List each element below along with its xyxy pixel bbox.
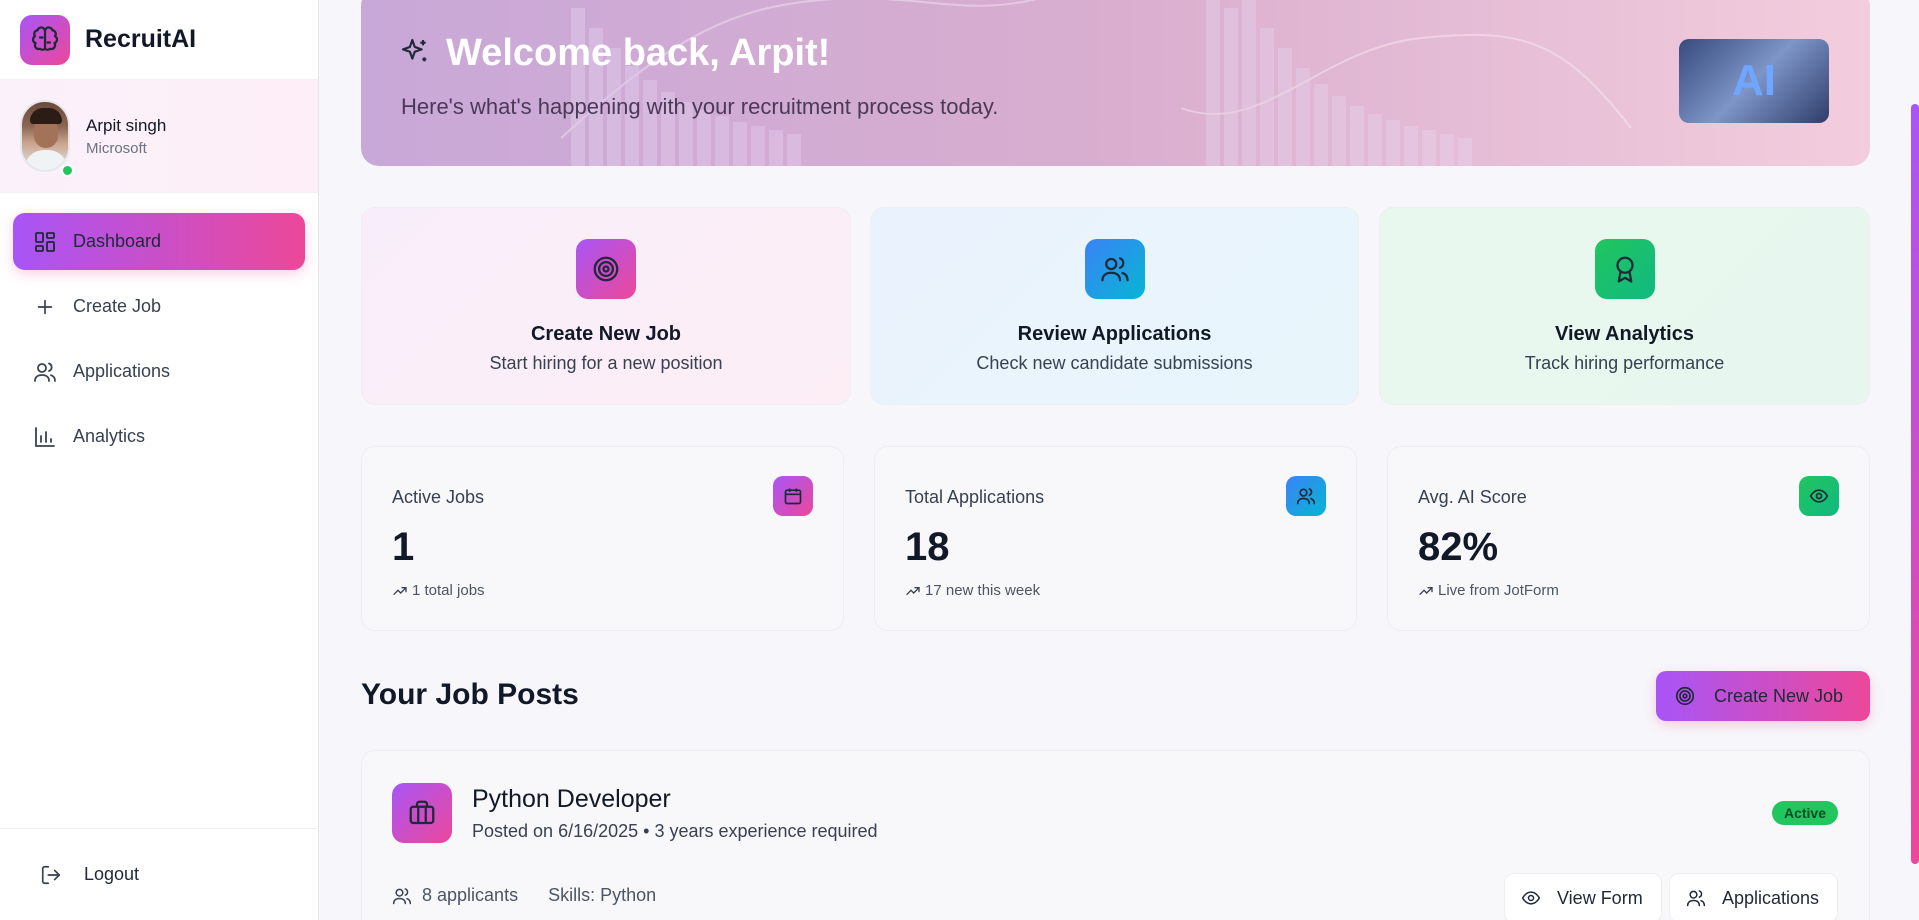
trending-up-icon	[906, 586, 920, 595]
dashboard-grid-icon	[33, 230, 57, 254]
welcome-banner: Welcome back, Arpit! Here's what's happe…	[361, 0, 1870, 166]
briefcase-icon	[392, 783, 452, 843]
users-icon	[33, 360, 57, 384]
section-title-job-posts: Your Job Posts	[361, 678, 579, 711]
quick-action-title: View Analytics	[1555, 323, 1694, 345]
plus-icon	[33, 295, 57, 319]
view-form-label: View Form	[1557, 887, 1643, 908]
stat-note-text: 1 total jobs	[412, 582, 485, 599]
job-title[interactable]: Python Developer	[472, 785, 671, 814]
calendar-icon	[773, 476, 813, 516]
brand[interactable]: RecruitAI	[0, 0, 318, 80]
quick-action-title: Review Applications	[1017, 323, 1212, 345]
user-profile[interactable]: Arpit singh Microsoft	[0, 80, 318, 193]
eye-icon	[1521, 891, 1541, 905]
quick-action-subtitle: Start hiring for a new position	[489, 353, 723, 373]
logout-button[interactable]: Logout	[0, 828, 319, 920]
stat-label: Total Applications	[905, 487, 1045, 507]
banner-background-graphic	[560, 0, 1632, 166]
create-new-job-label: Create New Job	[1714, 685, 1844, 706]
bar-chart-icon	[33, 425, 57, 449]
target-icon	[576, 239, 636, 299]
quick-action-view-analytics[interactable]: View Analytics Track hiring performance	[1379, 207, 1870, 405]
stat-label: Avg. AI Score	[1418, 487, 1527, 507]
stat-value: 1	[392, 525, 415, 569]
logout-icon	[40, 864, 62, 886]
trending-up-icon	[393, 586, 407, 595]
user-name: Arpit singh	[86, 115, 167, 135]
page-scrollbar[interactable]	[1911, 104, 1919, 864]
job-footer: 8 applicants Skills: Python	[392, 885, 656, 906]
stat-card-avg-ai-score: Avg. AI Score 82% Live from JotForm	[1387, 446, 1870, 631]
users-icon	[392, 887, 412, 904]
avatar	[20, 100, 70, 172]
logout-label: Logout	[84, 864, 140, 884]
sidebar-item-applications[interactable]: Applications	[13, 343, 305, 400]
job-meta: Posted on 6/16/2025 • 3 years experience…	[472, 821, 878, 841]
target-icon	[1674, 685, 1696, 707]
stat-note: 17 new this week	[905, 582, 1040, 599]
users-icon	[1084, 239, 1145, 299]
sidebar-item-label: Analytics	[73, 426, 146, 446]
users-icon	[1286, 476, 1326, 516]
sidebar-item-create-job[interactable]: Create Job	[13, 278, 305, 335]
quick-action-subtitle: Check new candidate submissions	[976, 353, 1253, 373]
sidebar-item-label: Dashboard	[73, 231, 162, 251]
applications-button[interactable]: Applications	[1669, 873, 1839, 920]
user-company: Microsoft	[86, 139, 147, 157]
job-card: Python Developer Posted on 6/16/2025 • 3…	[361, 750, 1870, 920]
stat-card-total-applications: Total Applications 18 17 new this week	[874, 446, 1357, 631]
create-new-job-button[interactable]: Create New Job	[1656, 671, 1870, 721]
sidebar-item-label: Create Job	[73, 296, 162, 316]
stat-note: 1 total jobs	[392, 582, 485, 599]
eye-icon	[1799, 476, 1839, 516]
applications-label: Applications	[1722, 887, 1820, 908]
view-form-button[interactable]: View Form	[1504, 873, 1662, 920]
brain-logo-icon	[20, 14, 70, 65]
stat-value: 18	[905, 525, 950, 569]
app-name: RecruitAI	[85, 25, 197, 53]
ai-illustration-text: AI	[1732, 56, 1776, 105]
sparkles-icon	[399, 36, 431, 73]
sidebar-item-label: Applications	[73, 361, 171, 381]
quick-action-subtitle: Track hiring performance	[1524, 353, 1725, 373]
award-icon	[1594, 239, 1655, 299]
sidebar: RecruitAI Arpit singh Microsoft Dashboar…	[0, 0, 319, 920]
status-badge: Active	[1771, 801, 1838, 825]
stat-note: Live from JotForm	[1418, 582, 1559, 599]
sidebar-item-dashboard[interactable]: Dashboard	[13, 213, 305, 270]
welcome-subtitle: Here's what's happening with your recrui…	[401, 94, 999, 119]
applicants-count: 8 applicants	[392, 885, 518, 906]
stat-label: Active Jobs	[392, 487, 485, 507]
trending-up-icon	[1419, 586, 1433, 595]
quick-action-create-job[interactable]: Create New Job Start hiring for a new po…	[361, 207, 851, 405]
job-skills: Skills: Python	[548, 885, 657, 905]
users-icon	[1686, 890, 1706, 907]
stat-note-text: 17 new this week	[925, 582, 1041, 599]
applicants-text: 8 applicants	[422, 885, 519, 905]
welcome-title: Welcome back, Arpit!	[446, 32, 831, 74]
stat-card-active-jobs: Active Jobs 1 1 total jobs	[361, 446, 844, 631]
stat-value: 82%	[1418, 525, 1499, 569]
quick-action-title: Create New Job	[530, 323, 682, 345]
online-status-dot	[61, 164, 74, 177]
quick-action-review-applications[interactable]: Review Applications Check new candidate …	[870, 207, 1359, 405]
ai-illustration: AI	[1679, 39, 1829, 123]
sidebar-item-analytics[interactable]: Analytics	[13, 408, 305, 465]
stat-note-text: Live from JotForm	[1438, 582, 1559, 599]
